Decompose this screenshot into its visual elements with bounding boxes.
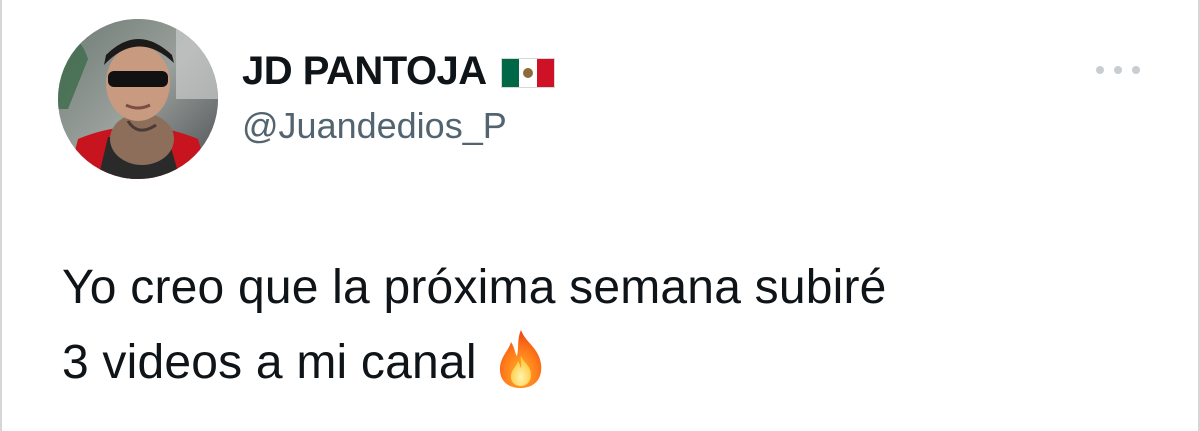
author-handle[interactable]: @Juandedios_P [242,108,507,144]
tweet-card: JD PANTOJA @Juandedios_P Yo creo que la … [0,0,1200,431]
tweet-text-line-2-text: 3 videos a mi canal [62,336,477,389]
fire-icon [493,328,549,390]
tweet-text-line-2: 3 videos a mi canal [62,325,1172,400]
avatar[interactable] [58,19,218,179]
tweet-text: Yo creo que la próxima semana subiré 3 v… [62,250,1172,400]
tweet-text-line-1: Yo creo que la próxima semana subiré [62,261,887,314]
display-name[interactable]: JD PANTOJA [242,51,487,91]
avatar-photo-icon [58,19,218,179]
more-options-button[interactable] [1096,58,1140,82]
more-dot-icon [1132,66,1140,74]
mexico-flag-icon [500,58,555,88]
more-dot-icon [1114,66,1122,74]
more-dot-icon [1096,66,1104,74]
author-name-row: JD PANTOJA [242,48,555,94]
